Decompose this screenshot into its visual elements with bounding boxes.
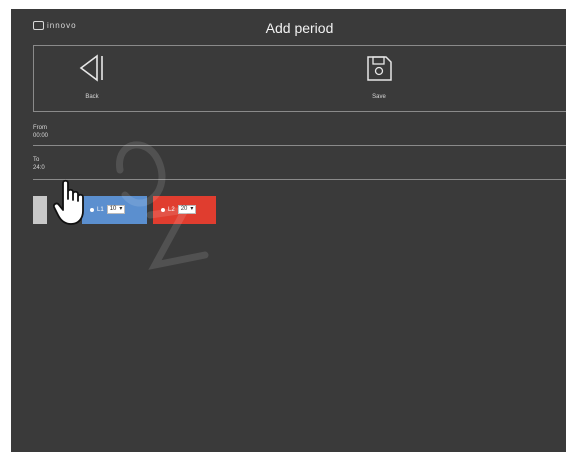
back-button[interactable]: Back (67, 53, 117, 100)
back-label: Back (85, 94, 99, 100)
light-value-l2: 20 (180, 206, 188, 212)
to-label: To (33, 157, 40, 163)
app-screen: innovo Add period Back Save From 00:00 T… (11, 9, 566, 452)
light-value-l1: 10 (109, 206, 117, 212)
light-select-l1[interactable]: 10 ▾ (106, 205, 126, 214)
hand-pointer-icon (53, 179, 84, 225)
save-button[interactable]: Save (354, 53, 404, 100)
toolbar: Back Save (33, 45, 566, 112)
chevron-down-icon: ▾ (190, 206, 194, 212)
light-select-l2[interactable]: 20 ▾ (177, 205, 197, 214)
from-label: From (33, 125, 47, 131)
title-bar: innovo Add period (33, 11, 566, 46)
light-dot-icon (161, 207, 165, 212)
light-chip-l2[interactable]: L2 20 ▾ (153, 196, 216, 224)
floppy-disk-icon (367, 56, 392, 81)
back-triangle-icon (79, 54, 103, 82)
save-label: Save (372, 94, 386, 100)
chevron-down-icon: ▾ (119, 206, 123, 212)
to-value[interactable]: 24:0 (33, 165, 566, 171)
add-light-button[interactable] (33, 196, 47, 224)
to-field[interactable]: To 24:0 (33, 157, 566, 180)
from-field[interactable]: From 00:00 (33, 125, 566, 146)
light-label-l2: L2 (168, 206, 175, 213)
from-value[interactable]: 00:00 (33, 133, 566, 139)
light-label-l1: L1 (97, 206, 104, 213)
page-title: Add period (265, 20, 334, 36)
